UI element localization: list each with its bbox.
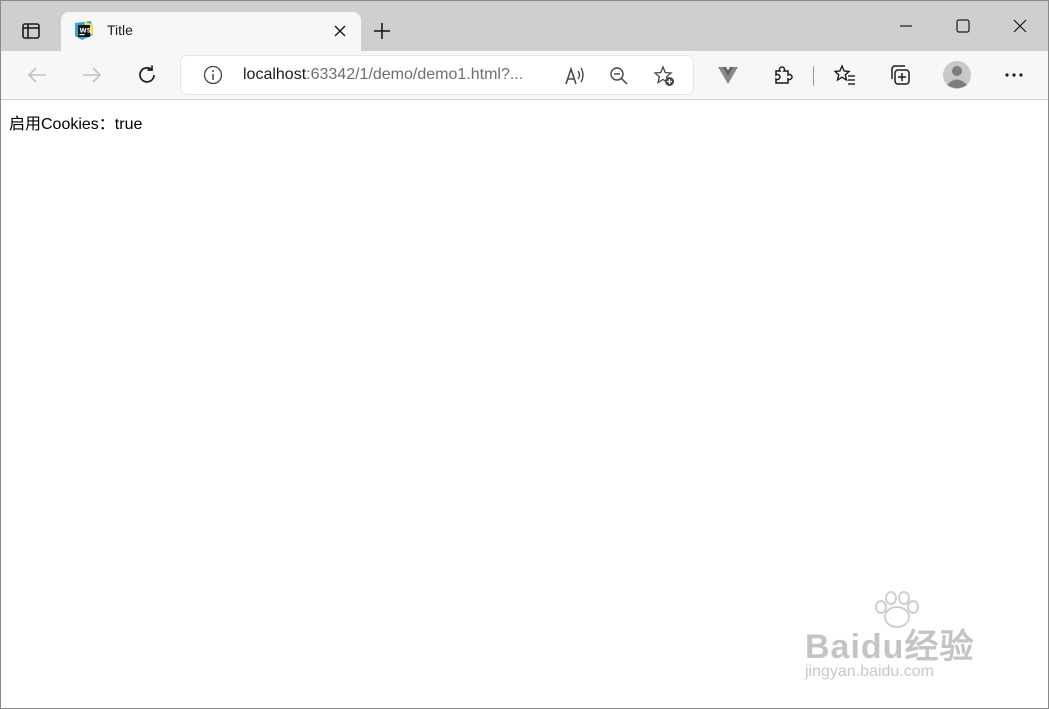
maximize-button[interactable]	[934, 1, 991, 51]
plus-icon	[374, 23, 390, 39]
read-aloud-button[interactable]	[564, 65, 586, 87]
puzzle-icon	[775, 66, 793, 84]
more-dots-icon	[1005, 73, 1023, 77]
tab-close-button[interactable]	[331, 22, 349, 40]
vue-devtools-extension-button[interactable]	[712, 59, 744, 91]
tab-strip: WS Title	[1, 1, 1048, 51]
watermark-brand: Baidu经验	[805, 628, 975, 666]
refresh-icon	[139, 65, 155, 83]
zoom-out-button[interactable]	[608, 65, 630, 87]
watermark-url: jingyan.baidu.com	[805, 663, 934, 680]
webstorm-favicon-icon: WS	[75, 21, 93, 40]
vue-extension-icon	[718, 67, 738, 84]
extensions-button[interactable]	[767, 59, 799, 91]
minimize-icon	[899, 25, 912, 27]
avatar-icon	[943, 61, 971, 89]
back-button[interactable]	[21, 59, 53, 91]
forward-arrow-icon	[83, 67, 102, 83]
back-arrow-icon	[27, 67, 46, 83]
favorites-icon	[834, 64, 855, 85]
favicon-label: WS	[80, 27, 92, 35]
collections-button[interactable]	[884, 59, 916, 91]
close-icon	[334, 25, 346, 37]
tab-title: Title	[107, 22, 133, 38]
star-add-icon	[653, 65, 674, 86]
close-window-button[interactable]	[991, 1, 1048, 51]
refresh-button[interactable]	[131, 59, 163, 91]
url-path: :63342/1/demo/demo1.html?...	[306, 66, 524, 83]
site-info-icon[interactable]	[203, 65, 223, 85]
browser-toolbar: localhost:63342/1/demo/demo1.html?...	[1, 51, 1048, 100]
settings-more-button[interactable]	[998, 59, 1030, 91]
maximize-icon	[955, 19, 970, 33]
url-text[interactable]: localhost:63342/1/demo/demo1.html?...	[243, 66, 523, 84]
toolbar-separator	[813, 66, 814, 86]
cookies-enabled-text: 启用Cookies：true	[9, 116, 143, 133]
browser-window: WS Title localhost:63342/1/demo/demo1.ht…	[0, 0, 1049, 709]
add-favorite-button[interactable]	[653, 65, 675, 87]
tab-actions-button[interactable]	[9, 12, 53, 50]
favorites-button[interactable]	[829, 59, 861, 91]
collections-icon	[891, 65, 910, 85]
tab-actions-icon	[22, 23, 40, 39]
baidu-watermark: Baidu经验 jingyan.baidu.com	[801, 591, 1001, 691]
address-bar[interactable]: localhost:63342/1/demo/demo1.html?...	[181, 56, 693, 94]
tab-active[interactable]: WS Title	[61, 12, 361, 51]
url-host: localhost	[243, 66, 307, 83]
profile-button[interactable]	[941, 59, 973, 91]
zoom-out-icon	[610, 67, 628, 85]
close-window-icon	[1013, 19, 1026, 33]
new-tab-button[interactable]	[369, 18, 395, 44]
forward-button[interactable]	[76, 59, 108, 91]
minimize-button[interactable]	[877, 1, 934, 51]
read-aloud-icon	[565, 66, 584, 85]
